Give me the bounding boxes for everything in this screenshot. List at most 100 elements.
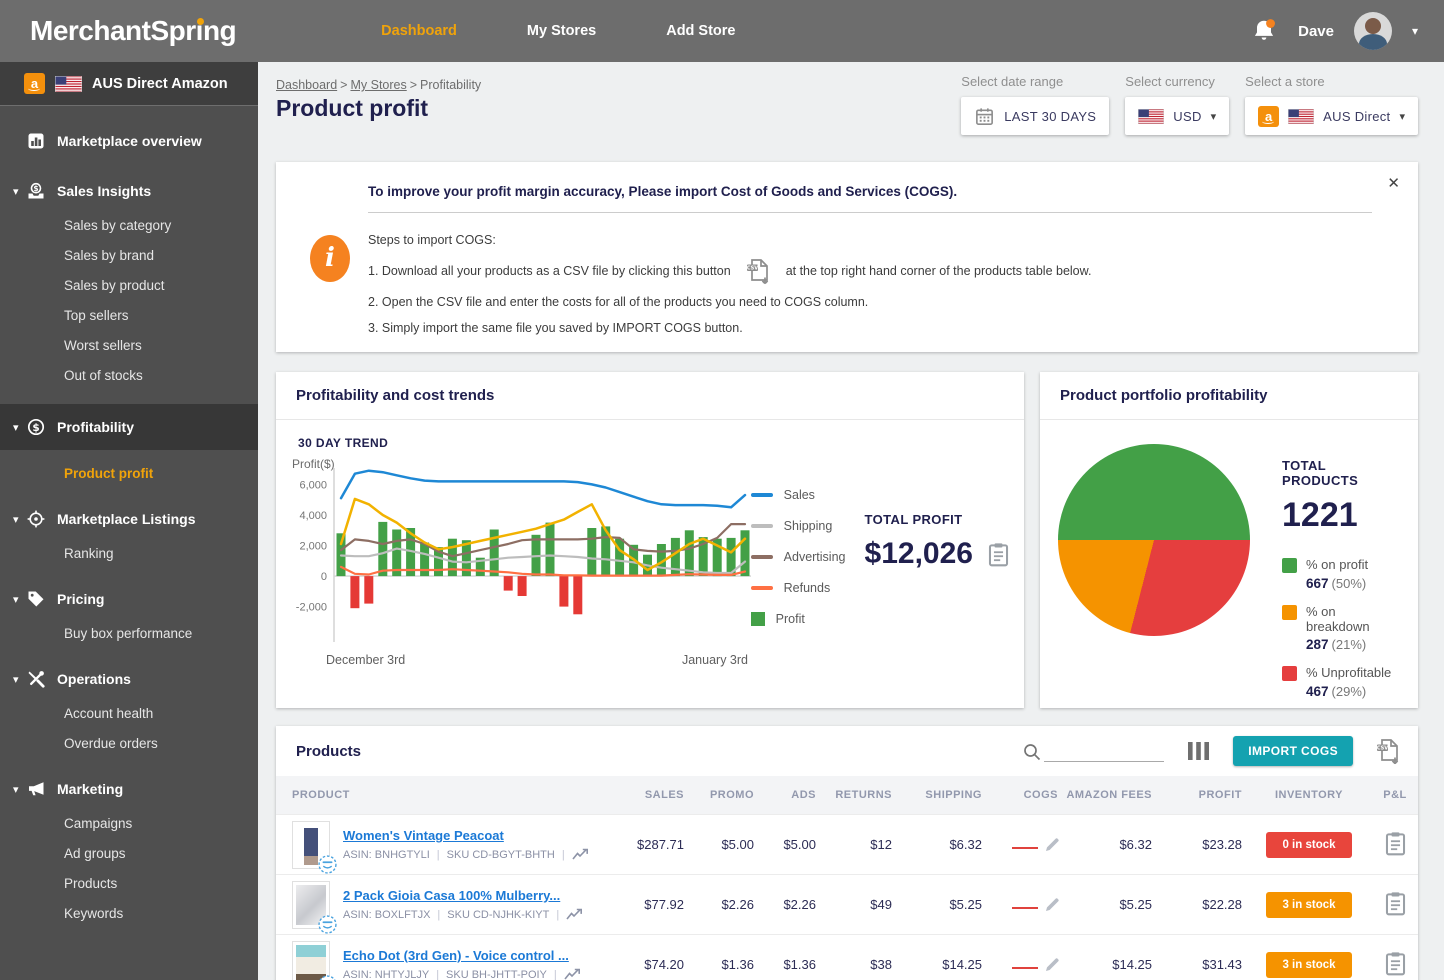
- sidebar-item-campaigns[interactable]: Campaigns: [0, 808, 258, 838]
- column-header-sales[interactable]: SALES: [602, 789, 688, 801]
- chevron-down-icon: ▾: [1210, 110, 1217, 123]
- sidebar-item-top-sellers[interactable]: Top sellers: [0, 300, 258, 330]
- sidebar-section-marketplace-listings[interactable]: ▾ Marketplace Listings: [0, 500, 258, 538]
- store-select[interactable]: a AUS Direct ▾: [1245, 97, 1418, 135]
- notifications-bell-icon[interactable]: [1250, 17, 1278, 45]
- sidebar-section-pricing[interactable]: ▾ Pricing: [0, 580, 258, 618]
- edit-pencil-icon[interactable]: [1045, 837, 1060, 852]
- cogs-cell: [986, 837, 1062, 852]
- user-avatar[interactable]: [1353, 12, 1392, 50]
- product-link[interactable]: 2 Pack Gioia Casa 100% Mulberry...: [343, 888, 584, 903]
- pie-legend-item-unprofitable: % Unprofitable 467 (29%): [1282, 665, 1398, 699]
- banner-step-3: 3. Simply import the same file you saved…: [368, 321, 743, 335]
- close-icon[interactable]: ✕: [1387, 174, 1400, 192]
- column-header-amazon-fees[interactable]: AMAZON FEES: [1062, 789, 1156, 801]
- product-link[interactable]: Women's Vintage Peacoat: [343, 828, 590, 843]
- breadcrumb-my-stores[interactable]: My Stores: [350, 78, 406, 92]
- sidebar-section-marketing[interactable]: ▾ Marketing: [0, 770, 258, 808]
- sidebar-section-sales-insights[interactable]: ▾ $ Sales Insights: [0, 172, 258, 210]
- promo-cell: $2.26: [721, 897, 754, 912]
- column-header-cogs[interactable]: COGS: [986, 789, 1062, 801]
- download-csv-icon[interactable]: CSV: [745, 257, 772, 286]
- store-select-value: AUS Direct: [1323, 108, 1391, 124]
- nav-dashboard[interactable]: Dashboard: [381, 23, 457, 39]
- chevron-down-icon[interactable]: ▾: [0, 513, 27, 526]
- target-icon: [27, 510, 57, 528]
- edit-pencil-icon[interactable]: [1045, 957, 1060, 972]
- nav-add-store[interactable]: Add Store: [666, 23, 735, 39]
- product-cell: Echo Dot (3rd Gen) - Voice control ... AS…: [292, 940, 602, 980]
- sidebar-item-products[interactable]: Products: [0, 868, 258, 898]
- sidebar-item-worst-sellers[interactable]: Worst sellers: [0, 330, 258, 360]
- inventory-cell: 3 in stock: [1246, 891, 1372, 918]
- download-csv-icon[interactable]: CSV: [1375, 737, 1402, 766]
- sidebar-section-profitability[interactable]: ▾ $ Profitability: [0, 404, 258, 450]
- column-header-ads[interactable]: ADS: [758, 789, 820, 801]
- column-settings-icon[interactable]: [1186, 741, 1211, 761]
- column-header-product[interactable]: PRODUCT: [292, 789, 602, 801]
- trend-icon[interactable]: [572, 848, 590, 861]
- clipboard-icon[interactable]: [987, 542, 1010, 567]
- pnl-clipboard-icon[interactable]: [1384, 891, 1407, 916]
- chevron-down-icon[interactable]: ▾: [0, 421, 27, 434]
- amazon-icon: a: [24, 73, 45, 94]
- svg-text:Profit($): Profit($): [292, 457, 335, 471]
- date-range-select[interactable]: LAST 30 DAYS: [961, 97, 1110, 135]
- pnl-clipboard-icon[interactable]: [1384, 831, 1407, 856]
- chevron-down-icon[interactable]: ▾: [0, 673, 27, 686]
- sidebar-section-operations[interactable]: ▾ Operations: [0, 660, 258, 698]
- chevron-down-icon[interactable]: ▾: [0, 593, 27, 606]
- column-header-promo[interactable]: PROMO: [688, 789, 758, 801]
- trend-icon[interactable]: [564, 968, 582, 980]
- nav-my-stores[interactable]: My Stores: [527, 23, 596, 39]
- product-cell: 2 Pack Gioia Casa 100% Mulberry... ASIN: …: [292, 880, 602, 934]
- ads-cell: $1.36: [783, 957, 816, 972]
- user-menu-caret-icon[interactable]: ▾: [1412, 24, 1418, 38]
- sidebar-item-ranking[interactable]: Ranking: [0, 538, 258, 568]
- returns-cell: $49: [870, 897, 892, 912]
- product-meta: ASIN: NHTYJLJY | SKU BH-JHTT-POIY |: [343, 968, 582, 980]
- pnl-clipboard-icon[interactable]: [1384, 951, 1407, 976]
- sidebar-item-keywords[interactable]: Keywords: [0, 898, 258, 928]
- store-select-label: Select a store: [1245, 74, 1325, 89]
- edit-pencil-icon[interactable]: [1045, 897, 1060, 912]
- sidebar-section-marketplace-overview[interactable]: ▾Marketplace overview: [0, 122, 258, 160]
- sidebar-item-out-of-stocks[interactable]: Out of stocks: [0, 360, 258, 390]
- svg-text:$: $: [32, 422, 39, 434]
- sidebar-item-sales-by-brand[interactable]: Sales by brand: [0, 240, 258, 270]
- product-link[interactable]: Echo Dot (3rd Gen) - Voice control ...: [343, 948, 582, 963]
- date-range-label: Select date range: [961, 74, 1064, 89]
- sidebar-store-header[interactable]: a AUS Direct Amazon: [0, 62, 258, 106]
- sidebar-item-overdue-orders[interactable]: Overdue orders: [0, 728, 258, 758]
- sidebar-item-sales-by-category[interactable]: Sales by category: [0, 210, 258, 240]
- chevron-down-icon[interactable]: ▾: [0, 783, 27, 796]
- svg-text:$: $: [33, 184, 38, 193]
- profit-cell: $22.28: [1202, 897, 1242, 912]
- sidebar-item-ad-groups[interactable]: Ad groups: [0, 838, 258, 868]
- breadcrumb-dashboard[interactable]: Dashboard: [276, 78, 337, 92]
- trend-icon[interactable]: [566, 908, 584, 921]
- column-header-inventory[interactable]: INVENTORY: [1246, 789, 1372, 801]
- column-header-returns[interactable]: RETURNS: [820, 789, 896, 801]
- svg-text:0: 0: [321, 571, 327, 583]
- sidebar-item-product-profit[interactable]: Product profit: [0, 458, 258, 488]
- product-thumbnail: [292, 940, 336, 980]
- column-header-profit[interactable]: PROFIT: [1156, 789, 1246, 801]
- product-cell: Women's Vintage Peacoat ASIN: BNHGTYLI | SK…: [292, 820, 602, 874]
- sidebar-item-account-health[interactable]: Account health: [0, 698, 258, 728]
- sidebar-item-buy-box-performance[interactable]: Buy box performance: [0, 618, 258, 648]
- returns-cell: $12: [870, 837, 892, 852]
- sidebar-item-sales-by-product[interactable]: Sales by product: [0, 270, 258, 300]
- amazon-fees-cell: $5.25: [1119, 897, 1152, 912]
- cogs-info-banner: i To improve your profit margin accuracy…: [276, 162, 1418, 352]
- currency-select[interactable]: USD ▾: [1125, 97, 1230, 135]
- column-header-shipping[interactable]: SHIPPING: [896, 789, 986, 801]
- import-cogs-button[interactable]: IMPORT COGS: [1233, 736, 1353, 766]
- chevron-down-icon[interactable]: ▾: [0, 185, 27, 198]
- column-header-p-l[interactable]: P&L: [1372, 789, 1418, 801]
- currency-label: Select currency: [1125, 74, 1215, 89]
- shipping-cell: $6.32: [949, 837, 982, 852]
- search-input[interactable]: [1044, 740, 1165, 762]
- banner-step-1: 1. Download all your products as a CSV f…: [368, 257, 1372, 286]
- sales-cell: $74.20: [644, 957, 684, 972]
